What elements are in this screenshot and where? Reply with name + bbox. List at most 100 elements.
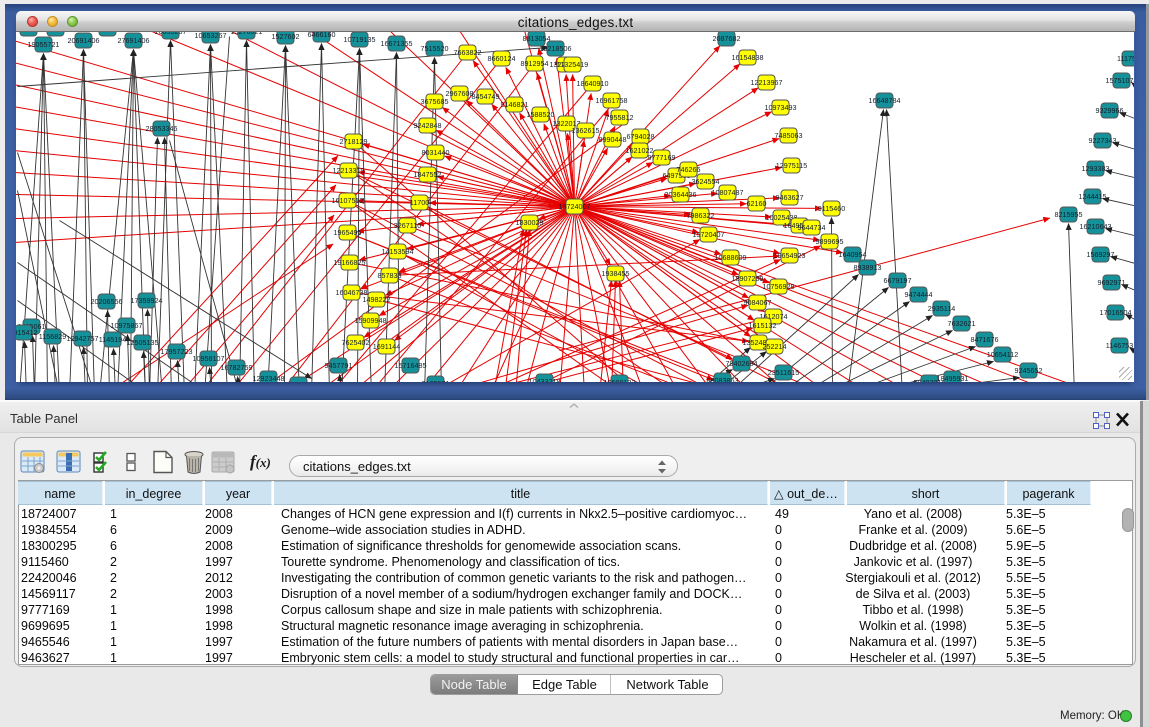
svg-text:7632621: 7632621 — [948, 319, 976, 328]
svg-text:18907209: 18907209 — [732, 274, 764, 283]
svg-text:9692971: 9692971 — [1098, 278, 1126, 287]
svg-text:9899695: 9899695 — [816, 237, 844, 246]
svg-text:1830029: 1830029 — [516, 218, 544, 227]
svg-text:12975115: 12975115 — [776, 161, 807, 170]
svg-text:9115460: 9115460 — [818, 204, 845, 213]
svg-text:12213967: 12213967 — [751, 78, 783, 87]
svg-text:10642215: 10642215 — [283, 380, 315, 383]
svg-text:19218506: 19218506 — [540, 44, 572, 53]
svg-text:3267110: 3267110 — [394, 221, 421, 230]
svg-text:9146821: 9146821 — [501, 100, 529, 109]
svg-text:14153594: 14153594 — [382, 247, 414, 256]
svg-text:2069140: 2069140 — [42, 32, 70, 33]
svg-text:16961758: 16961758 — [596, 96, 628, 105]
svg-text:8938913: 8938913 — [854, 263, 882, 272]
svg-text:10688609: 10688609 — [715, 253, 747, 262]
svg-text:16107552: 16107552 — [332, 196, 364, 205]
svg-text:746266: 746266 — [677, 165, 701, 174]
svg-text:17359924: 17359924 — [131, 296, 163, 305]
svg-text:9457791: 9457791 — [325, 361, 353, 370]
svg-text:16154838: 16154838 — [732, 53, 764, 62]
svg-text:20364436: 20364436 — [665, 190, 697, 199]
svg-text:7515520: 7515520 — [421, 44, 449, 53]
svg-text:3915412: 3915412 — [16, 328, 37, 337]
svg-text:17016504: 17016504 — [1100, 308, 1132, 317]
svg-text:9463627: 9463627 — [776, 193, 804, 202]
svg-text:10653267: 10653267 — [195, 32, 227, 40]
svg-text:12505135: 12505135 — [127, 338, 159, 347]
svg-text:15751074: 15751074 — [1106, 76, 1134, 85]
svg-text:10433218: 10433218 — [529, 377, 561, 383]
svg-text:1498222: 1498222 — [363, 295, 391, 304]
svg-text:18495931: 18495931 — [937, 374, 969, 383]
svg-text:17957223: 17957223 — [161, 347, 193, 356]
svg-text:1965495: 1965495 — [334, 228, 362, 237]
svg-text:7663822: 7663822 — [454, 48, 482, 57]
svg-text:252214: 252214 — [763, 342, 787, 351]
svg-text:15720407: 15720407 — [693, 230, 725, 239]
svg-text:16782759: 16782759 — [221, 363, 253, 372]
svg-text:1938455: 1938455 — [602, 269, 630, 278]
svg-text:8990448: 8990448 — [599, 135, 627, 144]
svg-text:18640910: 18640910 — [577, 79, 609, 88]
svg-text:1293383: 1293383 — [1082, 164, 1110, 173]
svg-text:16671355: 16671355 — [381, 39, 413, 48]
svg-text:11325419: 11325419 — [557, 60, 588, 69]
svg-text:20691406: 20691406 — [68, 36, 100, 45]
svg-text:6794028: 6794028 — [627, 132, 655, 141]
svg-text:12942757: 12942757 — [67, 334, 99, 343]
svg-text:10654112: 10654112 — [987, 350, 1018, 359]
svg-text:16853267: 16853267 — [155, 32, 187, 36]
svg-text:9227343: 9227343 — [1089, 136, 1117, 145]
svg-text:9242848: 9242848 — [414, 121, 442, 130]
svg-text:9329966: 9329966 — [1096, 106, 1124, 115]
svg-text:10975867: 10975867 — [111, 321, 143, 330]
svg-text:19600133: 19600133 — [604, 378, 636, 383]
svg-text:8912954: 8912954 — [521, 59, 549, 68]
svg-text:15716485: 15716485 — [395, 361, 427, 370]
svg-text:1146753: 1146753 — [1106, 341, 1133, 350]
svg-text:2087682: 2087682 — [713, 34, 741, 43]
svg-text:3675685: 3675685 — [421, 97, 449, 106]
svg-text:1244415: 1244415 — [1079, 192, 1107, 201]
svg-text:79402654: 79402654 — [726, 359, 758, 368]
svg-text:1569297: 1569297 — [1087, 250, 1115, 259]
svg-text:19166825: 19166825 — [334, 258, 366, 267]
svg-text:18724007: 18724007 — [559, 202, 591, 211]
svg-text:6679197: 6679197 — [884, 276, 912, 285]
svg-text:1640954: 1640954 — [839, 250, 867, 259]
svg-text:9245652: 9245652 — [1015, 366, 1043, 375]
svg-text:1588520: 1588520 — [527, 110, 555, 119]
svg-text:8031440: 8031440 — [422, 148, 450, 157]
svg-text:9474444: 9474444 — [905, 290, 933, 299]
svg-text:1615132: 1615132 — [749, 321, 777, 330]
svg-text:15909948: 15909948 — [355, 316, 387, 325]
svg-text:1405572: 1405572 — [16, 32, 42, 33]
svg-text:15276021: 15276021 — [231, 32, 263, 36]
svg-text:9084067: 9084067 — [744, 298, 772, 307]
svg-text:8471676: 8471676 — [971, 335, 999, 344]
svg-text:9777169: 9777169 — [648, 153, 676, 162]
svg-text:7485063: 7485063 — [775, 131, 803, 140]
svg-text:1068532: 1068532 — [94, 32, 122, 33]
svg-text:12213319: 12213319 — [333, 166, 365, 175]
svg-text:89083863: 89083863 — [707, 376, 739, 383]
svg-text:8813054: 8813054 — [523, 34, 551, 43]
svg-text:7625402: 7625402 — [342, 338, 370, 347]
svg-text:10973493: 10973493 — [765, 103, 797, 112]
svg-text:10807487: 10807487 — [712, 188, 744, 197]
svg-text:3624554: 3624554 — [692, 177, 720, 186]
svg-text:7955812: 7955812 — [606, 113, 634, 122]
svg-text:1156829: 1156829 — [39, 332, 66, 341]
svg-text:857833: 857833 — [378, 271, 402, 280]
svg-text:2935114: 2935114 — [928, 304, 955, 313]
svg-text:9135571: 9135571 — [422, 379, 450, 383]
svg-text:2967608: 2967608 — [446, 89, 474, 98]
svg-text:6466160: 6466160 — [308, 32, 336, 39]
svg-text:16648784: 16648784 — [869, 96, 901, 105]
svg-text:7986322: 7986322 — [687, 211, 715, 220]
svg-text:23511615: 23511615 — [768, 368, 799, 377]
svg-text:28053346: 28053346 — [146, 124, 178, 133]
svg-text:9644734: 9644734 — [798, 223, 826, 232]
svg-text:10756928: 10756928 — [763, 282, 795, 291]
